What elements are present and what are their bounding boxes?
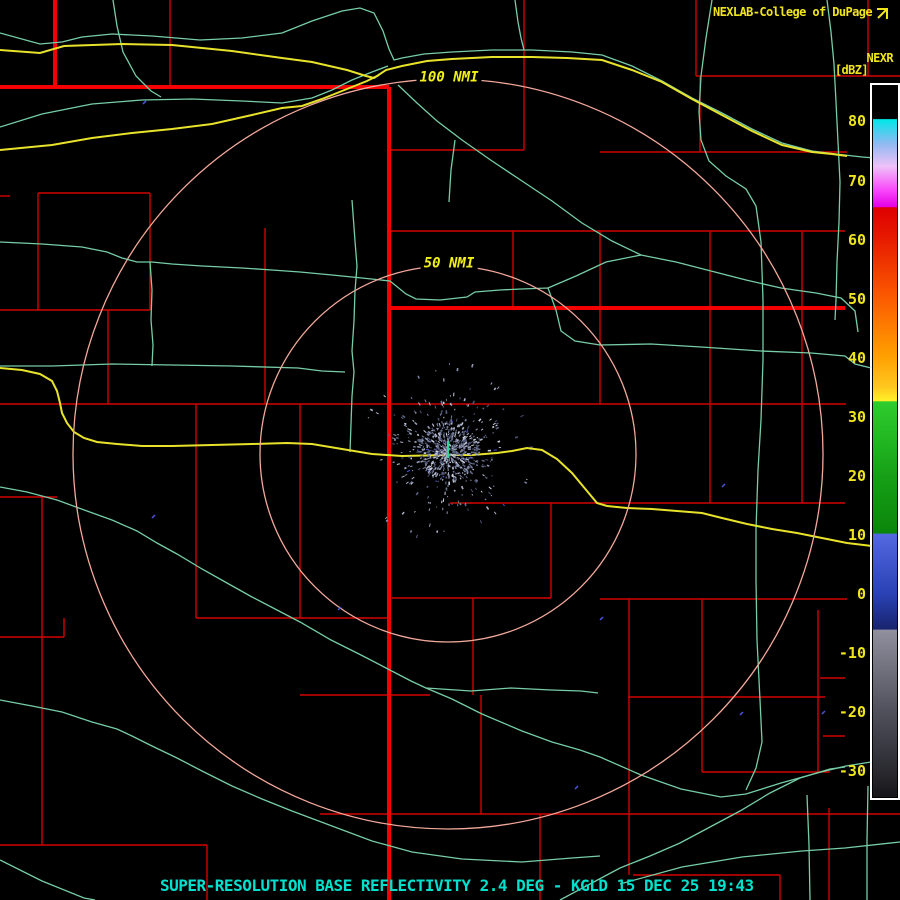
colorbar-tick--20: -20 — [826, 703, 866, 721]
product-label-line1: NEXR — [867, 52, 894, 65]
colorbar-tick-30: 30 — [826, 408, 866, 426]
colorbar-tick-80: 80 — [826, 112, 866, 130]
range-ring-label-50nmi: 50 NMI — [421, 257, 478, 272]
colorbar-tick-70: 70 — [826, 172, 866, 190]
dbz-colorbar — [871, 84, 899, 799]
colorbar-tick-60: 60 — [826, 231, 866, 249]
radar-display: NEXLAB-College of DuPage NEXR [dBZ] 100 … — [0, 0, 900, 900]
product-title: SUPER-RESOLUTION BASE REFLECTIVITY 2.4 D… — [160, 878, 754, 895]
colorbar-tick--30: -30 — [826, 762, 866, 780]
colorbar-tick-0: 0 — [826, 585, 866, 603]
colorbar-tick-10: 10 — [826, 526, 866, 544]
product-label-units: [dBZ] — [835, 64, 868, 77]
range-ring-label-100nmi: 100 NMI — [416, 71, 481, 86]
colorbar-tick--10: -10 — [826, 644, 866, 662]
highway-roads — [0, 44, 900, 548]
colorbar-tick-20: 20 — [826, 467, 866, 485]
radar-map-canvas — [0, 0, 900, 900]
external-link-icon[interactable] — [875, 7, 889, 21]
colorbar-tick-40: 40 — [826, 349, 866, 367]
colorbar-tick-50: 50 — [826, 290, 866, 308]
site-title: NEXLAB-College of DuPage — [713, 6, 872, 19]
